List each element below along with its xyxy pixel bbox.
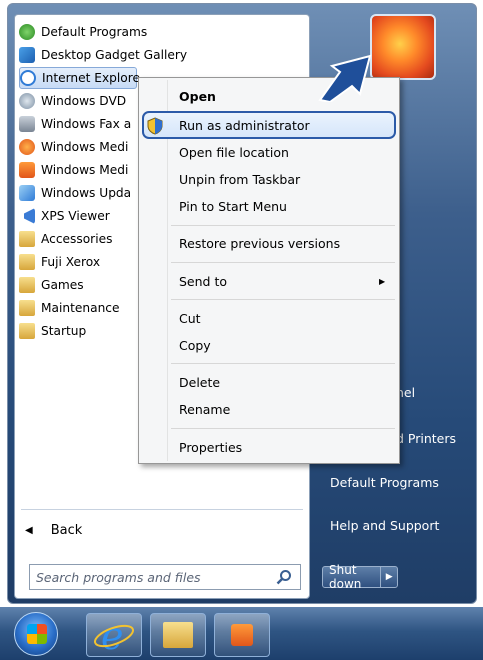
default-programs-icon [19,24,35,40]
divider [21,509,303,510]
menu-item-delete[interactable]: Delete [179,375,220,390]
taskbar-media-center[interactable] [214,613,270,657]
search-icon[interactable] [276,569,292,588]
program-windows-media-player[interactable]: Windows Medi [19,136,128,158]
media-icon [19,139,35,155]
folder-games[interactable]: Games [19,274,84,296]
menu-separator [171,299,395,300]
menu-item-copy[interactable]: Copy [179,338,211,353]
search-input[interactable]: Search programs and files [29,564,301,590]
menu-item-rename[interactable]: Rename [179,402,230,417]
menu-item-send-to[interactable]: Send to [179,274,227,289]
folder-icon [19,323,35,339]
menu-item-open-file-location[interactable]: Open file location [179,145,289,160]
program-windows-dvd[interactable]: Windows DVD [19,90,126,112]
context-menu: Open Run as administrator Open file loca… [138,77,400,464]
windows-logo-icon [27,624,47,644]
program-label: Games [41,278,84,292]
program-label: Internet Explore [42,71,140,85]
shutdown-label[interactable]: Shut down [323,563,382,591]
shield-icon [147,117,163,139]
program-windows-media-center[interactable]: Windows Medi [19,159,128,181]
program-label: Startup [41,324,87,338]
program-xps-viewer[interactable]: XPS Viewer [19,205,110,227]
shutdown-button[interactable]: Shut down ▶ [322,563,398,591]
menu-item-pin-start[interactable]: Pin to Start Menu [179,199,287,214]
right-item-default-programs[interactable]: Default Programs [330,475,439,490]
program-label: Accessories [41,232,113,246]
menu-separator [171,262,395,263]
taskbar: e [0,607,483,660]
back-button[interactable]: ◀ Back [25,523,82,538]
menu-item-run-as-admin[interactable]: Run as administrator [179,118,310,133]
folder-maintenance[interactable]: Maintenance [19,297,120,319]
dvd-icon [19,93,35,109]
submenu-arrow-icon: ▶ [379,277,386,286]
svg-text:e: e [101,614,124,656]
start-button[interactable] [14,612,58,656]
right-item-help-support[interactable]: Help and Support [330,518,439,533]
program-label: Default Programs [41,25,148,39]
pointer-arrow-icon [318,52,376,106]
program-label: XPS Viewer [41,209,110,223]
menu-separator [171,363,395,364]
fax-icon [19,116,35,132]
folder-icon [19,231,35,247]
menu-item-open[interactable]: Open [179,89,216,104]
folder-icon [19,277,35,293]
folder-icon [163,622,193,648]
back-arrow-icon: ◀ [25,525,33,536]
program-windows-update[interactable]: Windows Upda [19,182,131,204]
right-item-devices-printers[interactable]: d Printers [396,431,456,446]
menu-item-cut[interactable]: Cut [179,311,201,326]
menu-item-unpin-taskbar[interactable]: Unpin from Taskbar [179,172,300,187]
program-windows-fax[interactable]: Windows Fax a [19,113,131,135]
back-label: Back [50,523,83,538]
ie-icon [20,70,36,86]
program-label: Windows Medi [41,163,129,177]
search-placeholder: Search programs and files [36,569,201,585]
taskbar-internet-explorer[interactable]: e [86,613,142,658]
menu-separator [171,225,395,226]
program-default-programs[interactable]: Default Programs [19,21,147,43]
user-picture[interactable] [370,14,436,80]
program-label: Windows Upda [41,186,132,200]
program-label: Windows Fax a [41,117,132,131]
menu-item-restore-versions[interactable]: Restore previous versions [179,236,340,251]
menu-item-properties[interactable]: Properties [179,440,242,455]
menu-separator [171,428,395,429]
update-icon [19,185,35,201]
gadget-icon [19,47,35,63]
folder-accessories[interactable]: Accessories [19,228,112,250]
ie-icon: e [94,614,134,658]
program-desktop-gadget-gallery[interactable]: Desktop Gadget Gallery [19,44,187,66]
media-center-icon [231,624,253,646]
program-internet-explorer[interactable]: Internet Explore [19,67,140,89]
shutdown-options-icon[interactable]: ▶ [381,572,397,582]
program-label: Windows DVD [41,94,127,108]
folder-icon [19,254,35,270]
folder-icon [19,300,35,316]
folder-startup[interactable]: Startup [19,320,86,342]
program-label: Windows Medi [41,140,129,154]
program-label: Fuji Xerox [41,255,101,269]
media-center-icon [19,162,35,178]
xps-icon [19,208,35,224]
program-label: Desktop Gadget Gallery [41,48,188,62]
program-label: Maintenance [41,301,120,315]
taskbar-windows-explorer[interactable] [150,613,206,657]
folder-fuji-xerox[interactable]: Fuji Xerox [19,251,100,273]
